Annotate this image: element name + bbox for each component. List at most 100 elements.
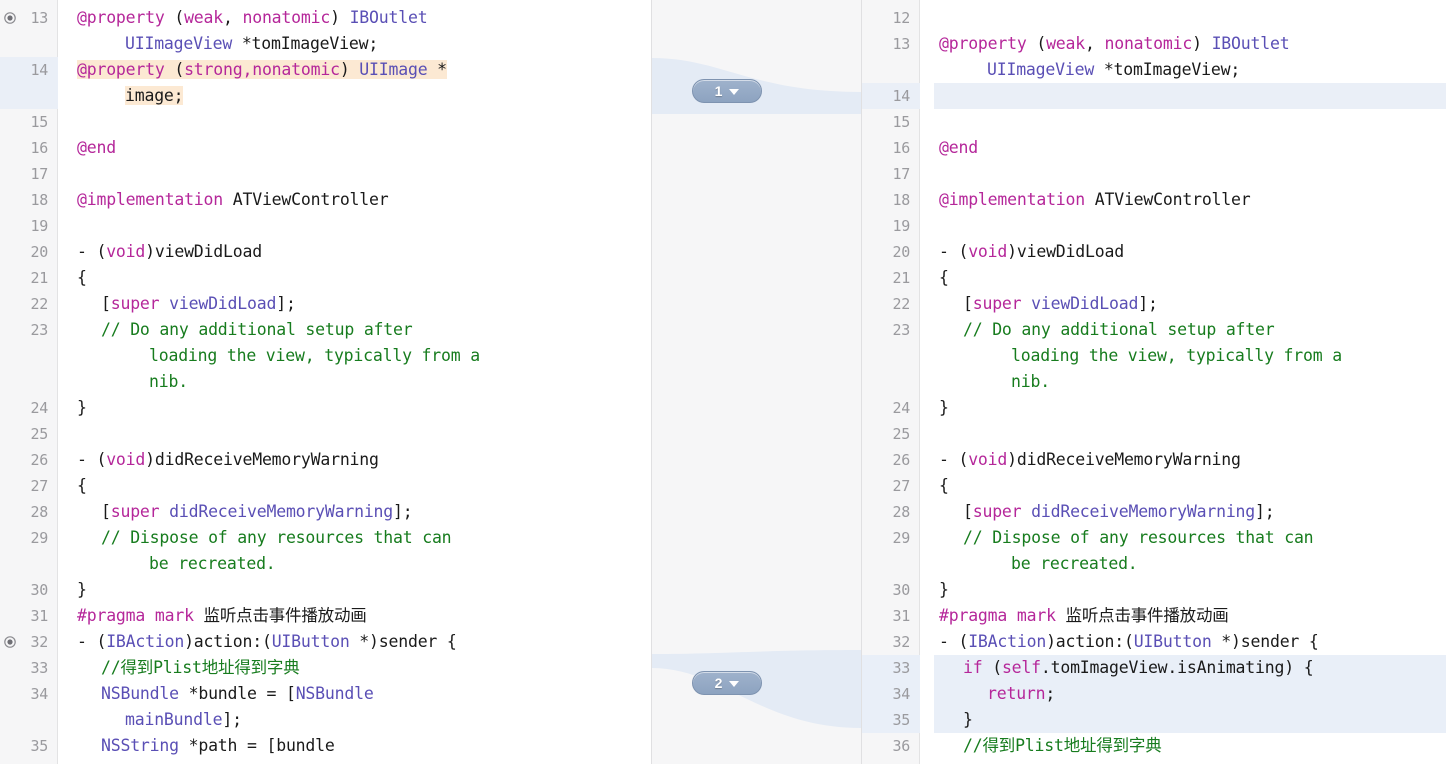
gutter-row[interactable]: 34 xyxy=(862,681,920,707)
code-line[interactable]: UIImageView *tomImageView; xyxy=(934,57,1446,83)
gutter-row[interactable]: 19 xyxy=(0,213,58,239)
code-line[interactable]: - (IBAction)action:(UIButton *)sender { xyxy=(72,629,651,655)
code-line[interactable]: loading the view, typically from a xyxy=(934,343,1446,369)
code-line[interactable]: [super didReceiveMemoryWarning]; xyxy=(72,499,651,525)
code-line[interactable]: @implementation ATViewController xyxy=(72,187,651,213)
gutter-row[interactable]: 35 xyxy=(862,707,920,733)
gutter-row[interactable]: 27 xyxy=(0,473,58,499)
gutter-row[interactable]: 30 xyxy=(862,577,920,603)
code-line[interactable] xyxy=(934,421,1446,447)
code-line[interactable]: if (self.tomImageView.isAnimating) { xyxy=(934,655,1446,681)
code-line[interactable]: } xyxy=(934,707,1446,733)
gutter-row[interactable] xyxy=(0,369,58,395)
code-line[interactable]: NSString *path = [bundle xyxy=(72,733,651,759)
gutter-row[interactable] xyxy=(0,707,58,733)
gutter-row[interactable]: 33 xyxy=(862,655,920,681)
code-line[interactable]: image; xyxy=(72,83,651,109)
code-line[interactable]: return; xyxy=(934,681,1446,707)
gutter-row[interactable] xyxy=(0,343,58,369)
gutter-row[interactable]: 29 xyxy=(0,525,58,551)
gutter-row[interactable]: 24 xyxy=(862,395,920,421)
gutter-row[interactable]: 35 xyxy=(0,733,58,759)
diff-action-badge-2[interactable]: 2 xyxy=(692,671,762,695)
code-line[interactable]: @implementation ATViewController xyxy=(934,187,1446,213)
gutter-row[interactable]: 20 xyxy=(0,239,58,265)
gutter-row[interactable]: 36 xyxy=(862,733,920,759)
code-line[interactable]: // Do any additional setup after xyxy=(934,317,1446,343)
code-line[interactable]: - (IBAction)action:(UIButton *)sender { xyxy=(934,629,1446,655)
gutter-row[interactable] xyxy=(862,343,920,369)
code-line[interactable] xyxy=(934,161,1446,187)
code-line[interactable]: { xyxy=(934,265,1446,291)
code-line[interactable]: } xyxy=(934,577,1446,603)
gutter-row[interactable] xyxy=(0,83,58,109)
gutter-row[interactable]: 16 xyxy=(862,135,920,161)
code-line[interactable]: nib. xyxy=(934,369,1446,395)
gutter-row[interactable]: 15 xyxy=(0,109,58,135)
gutter-row[interactable] xyxy=(862,369,920,395)
gutter-row[interactable]: 34 xyxy=(0,681,58,707)
gutter-row[interactable]: 15 xyxy=(862,109,920,135)
gutter-row[interactable] xyxy=(862,759,920,764)
gutter-row[interactable] xyxy=(0,551,58,577)
code-line[interactable]: NSBundle *bundle = [NSBundle xyxy=(934,759,1446,764)
gutter-row[interactable]: 24 xyxy=(0,395,58,421)
gutter-row[interactable]: 32 xyxy=(0,629,58,655)
code-line[interactable]: loading the view, typically from a xyxy=(72,343,651,369)
code-line[interactable]: be recreated. xyxy=(72,551,651,577)
gutter-row[interactable]: 26 xyxy=(862,447,920,473)
code-line[interactable]: UIImageView *tomImageView; xyxy=(72,31,651,57)
gutter-row[interactable]: 13 xyxy=(0,5,58,31)
left-code-area[interactable]: @property (weak, nonatomic) IBOutlet UIIm… xyxy=(72,0,651,764)
code-line[interactable] xyxy=(72,421,651,447)
gutter-row[interactable]: 18 xyxy=(0,187,58,213)
code-line[interactable] xyxy=(934,83,1446,109)
code-line[interactable]: @end xyxy=(934,135,1446,161)
gutter-row[interactable]: 31 xyxy=(0,603,58,629)
gutter-row[interactable]: 22 xyxy=(0,291,58,317)
gutter-row[interactable]: 22 xyxy=(862,291,920,317)
gutter-row[interactable]: 28 xyxy=(862,499,920,525)
code-line[interactable]: @end xyxy=(72,135,651,161)
gutter-row[interactable]: 30 xyxy=(0,577,58,603)
gutter-row[interactable]: 31 xyxy=(862,603,920,629)
code-line[interactable] xyxy=(72,213,651,239)
code-line[interactable]: be recreated. xyxy=(934,551,1446,577)
code-line[interactable]: // Do any additional setup after xyxy=(72,317,651,343)
code-line[interactable]: [super viewDidLoad]; xyxy=(72,291,651,317)
gutter-row[interactable]: 28 xyxy=(0,499,58,525)
diff-track[interactable]: 12 xyxy=(651,0,862,764)
gutter-row[interactable]: 23 xyxy=(0,317,58,343)
code-line[interactable]: } xyxy=(934,395,1446,421)
gutter-row[interactable]: 17 xyxy=(862,161,920,187)
gutter-row[interactable]: 18 xyxy=(862,187,920,213)
code-line[interactable]: //得到Plist地址得到字典 xyxy=(934,733,1446,759)
code-line[interactable]: #pragma mark 监听点击事件播放动画 xyxy=(72,603,651,629)
gutter-row[interactable]: 16 xyxy=(0,135,58,161)
code-line[interactable]: - (void)viewDidLoad xyxy=(934,239,1446,265)
code-line[interactable]: - (void)viewDidLoad xyxy=(72,239,651,265)
gutter-row[interactable]: 25 xyxy=(0,421,58,447)
code-line[interactable]: { xyxy=(72,473,651,499)
code-line[interactable]: nib. xyxy=(72,369,651,395)
code-line[interactable] xyxy=(72,109,651,135)
code-line[interactable]: { xyxy=(934,473,1446,499)
code-line[interactable] xyxy=(934,213,1446,239)
gutter-row[interactable]: 23 xyxy=(862,317,920,343)
gutter-row[interactable]: 12 xyxy=(862,5,920,31)
diff-action-badge-1[interactable]: 1 xyxy=(692,79,762,103)
gutter-row[interactable]: 21 xyxy=(0,265,58,291)
code-line[interactable]: - (void)didReceiveMemoryWarning xyxy=(934,447,1446,473)
code-line[interactable]: [super didReceiveMemoryWarning]; xyxy=(934,499,1446,525)
code-line[interactable]: // Dispose of any resources that can xyxy=(72,525,651,551)
gutter-row[interactable]: 14 xyxy=(0,57,58,83)
gutter-row[interactable]: 33 xyxy=(0,655,58,681)
code-line[interactable]: NSBundle *bundle = [NSBundle xyxy=(72,681,651,707)
chevron-down-icon[interactable] xyxy=(729,680,740,687)
code-line[interactable] xyxy=(72,161,651,187)
gutter-row[interactable] xyxy=(0,31,58,57)
code-line[interactable] xyxy=(934,5,1446,31)
left-editor-pane[interactable]: @property (weak, nonatomic) IBOutlet UIIm… xyxy=(0,0,651,764)
code-line[interactable]: { xyxy=(72,265,651,291)
right-code-area[interactable]: @property (weak, nonatomic) IBOutlet UIIm… xyxy=(934,0,1446,764)
